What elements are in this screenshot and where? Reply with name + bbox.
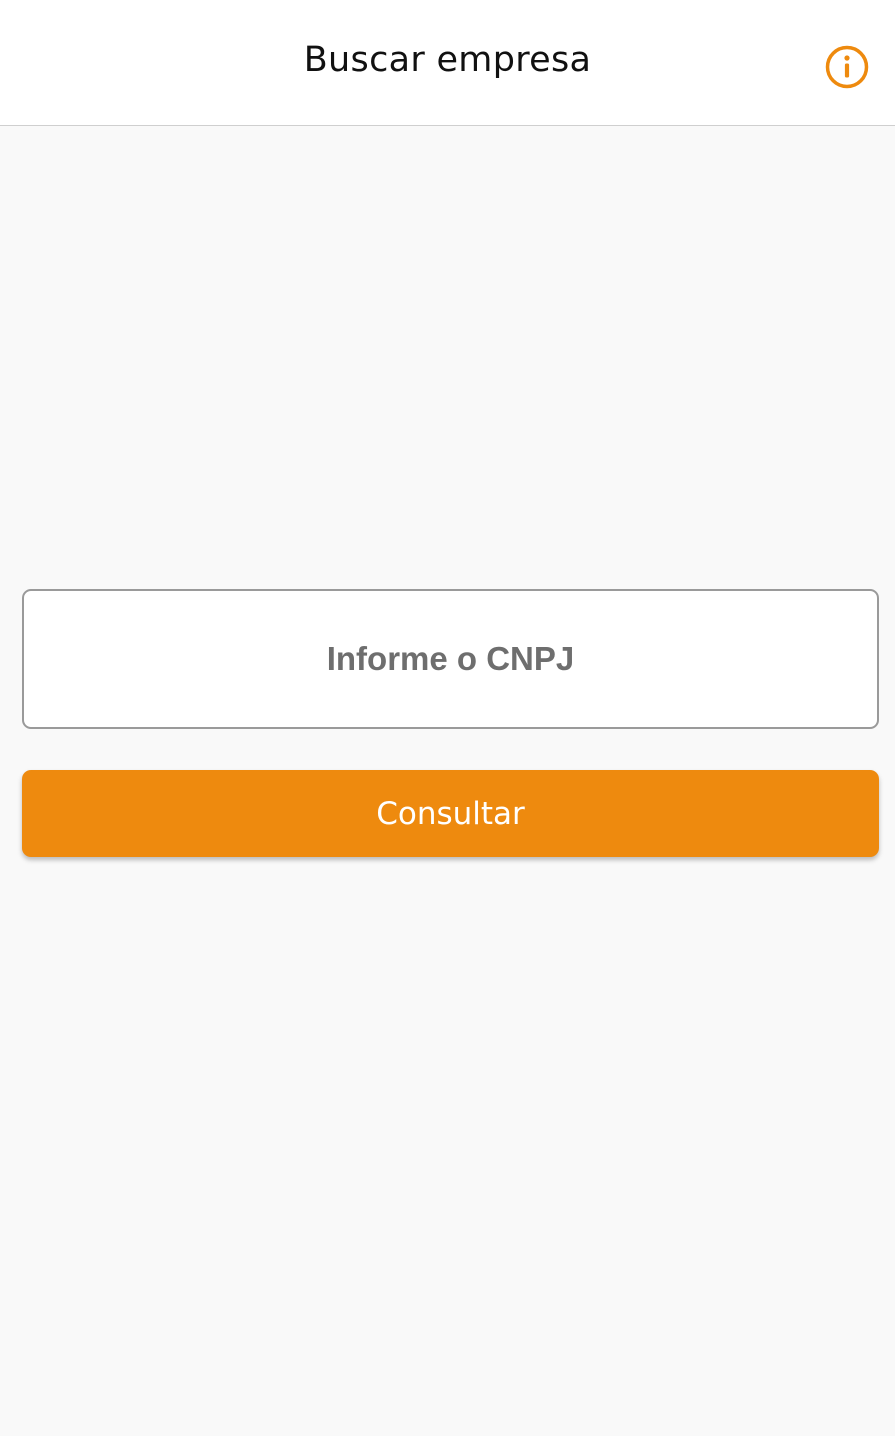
info-circle-icon xyxy=(825,45,869,89)
cnpj-input[interactable] xyxy=(22,589,879,729)
page-title: Buscar empresa xyxy=(303,40,592,80)
consult-button[interactable]: Consultar xyxy=(22,770,879,857)
info-button[interactable] xyxy=(823,43,871,91)
app-bar: Buscar empresa xyxy=(0,0,895,126)
